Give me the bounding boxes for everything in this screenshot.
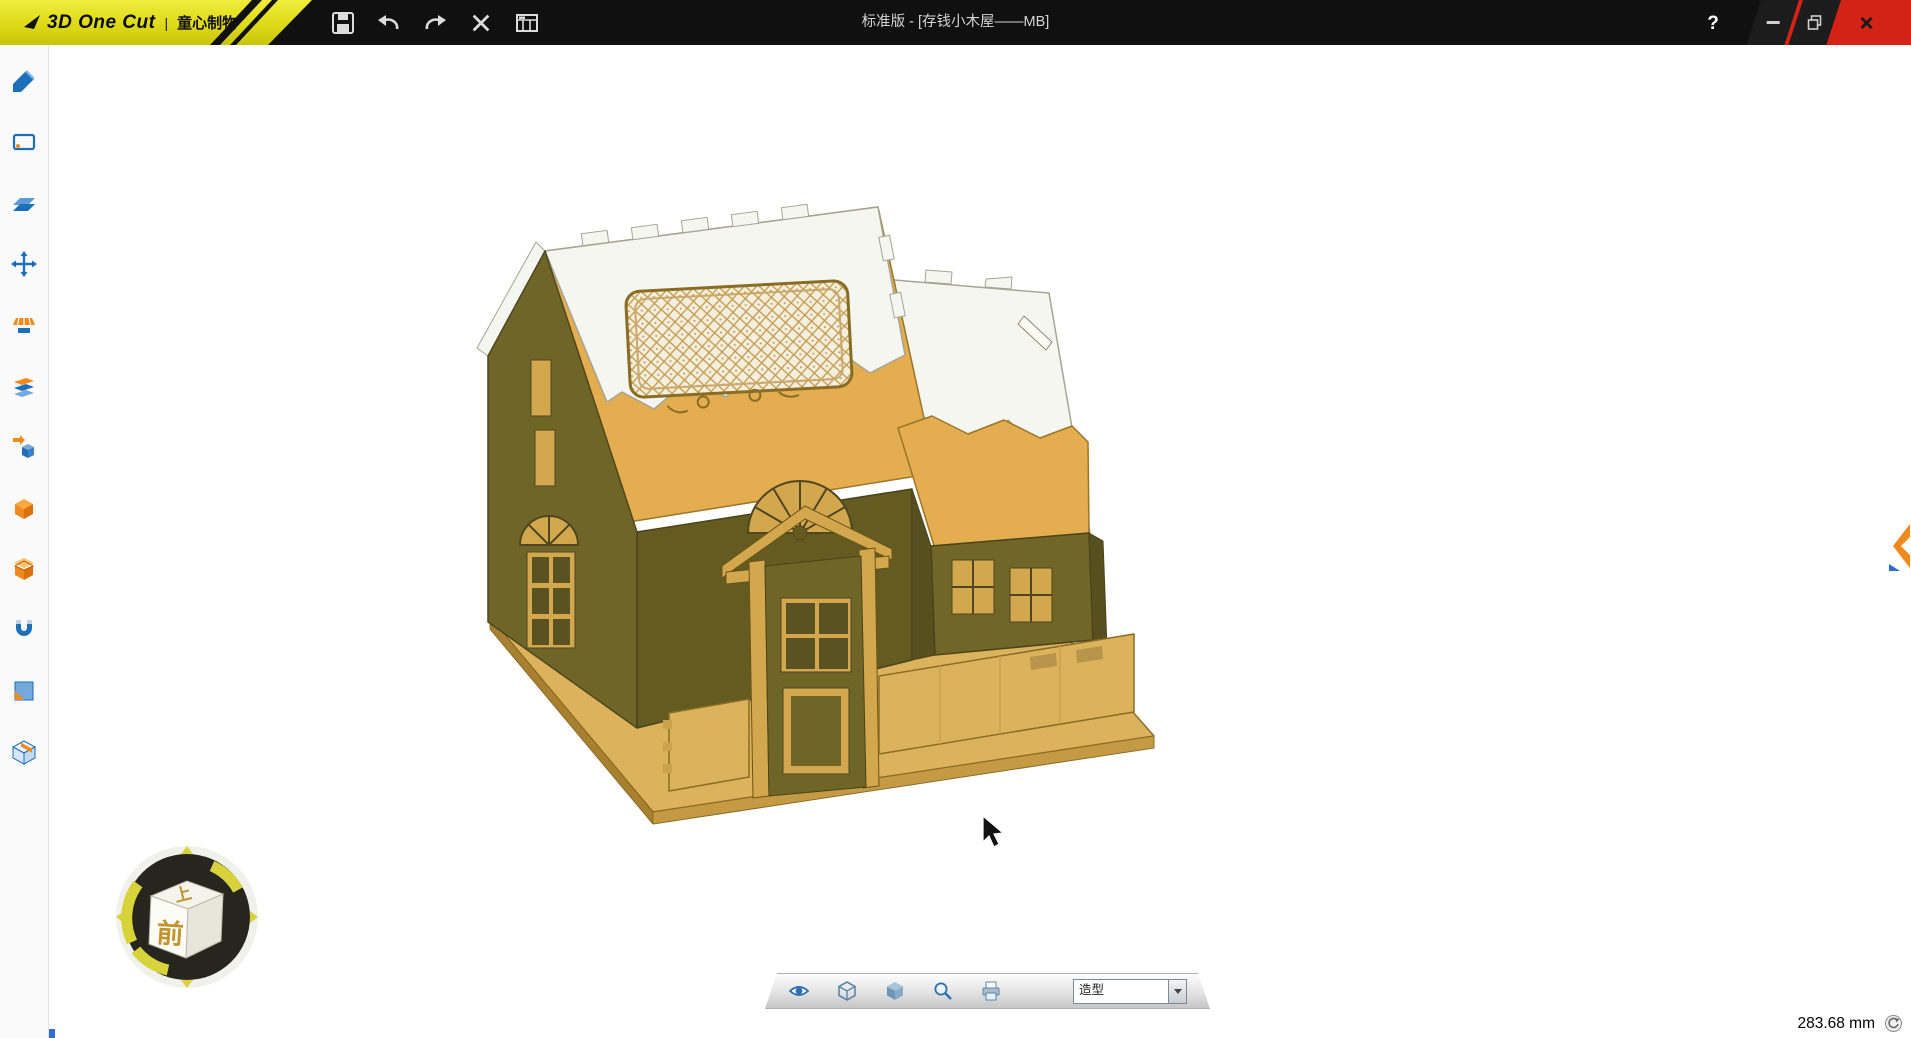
visibility-eye-icon bbox=[789, 981, 809, 1001]
help-button[interactable]: ? bbox=[1698, 0, 1728, 45]
mouse-cursor bbox=[983, 816, 1003, 847]
restore-icon bbox=[1805, 13, 1825, 33]
sketch-brush-icon bbox=[11, 68, 37, 94]
stack-layers-icon bbox=[11, 373, 37, 399]
import-export-icon bbox=[11, 434, 37, 460]
close-doc-icon bbox=[469, 11, 493, 35]
titlebar: 3D One Cut | 童心制物 bbox=[0, 0, 1911, 45]
box-primitive-icon bbox=[11, 556, 37, 582]
shaded-view-button[interactable] bbox=[884, 980, 906, 1002]
brand-divider: | bbox=[164, 15, 168, 31]
shaded-view-icon bbox=[885, 981, 905, 1001]
measurement-readout: 283.68 mm bbox=[1797, 1015, 1875, 1033]
save-button[interactable] bbox=[328, 7, 358, 39]
close-icon bbox=[1857, 13, 1877, 33]
cube-primitive-icon bbox=[11, 495, 37, 521]
grid-export-icon bbox=[514, 10, 540, 36]
window-title: 标准版 - [存钱小木屋——MB] bbox=[862, 0, 1050, 45]
brand-plate: 3D One Cut | 童心制物 bbox=[0, 0, 312, 45]
roof-wing-gold[interactable] bbox=[898, 416, 1089, 549]
move-icon bbox=[11, 251, 37, 277]
view-dock: 造型 bbox=[765, 973, 1210, 1009]
visibility-button[interactable] bbox=[788, 980, 810, 1002]
zoom-icon bbox=[933, 981, 953, 1001]
dropdown-arrow-button[interactable] bbox=[1168, 980, 1186, 1003]
sidebar-tool-pattern-array[interactable] bbox=[10, 311, 38, 339]
sidebar-tool-sketch-brush[interactable] bbox=[10, 67, 38, 95]
sidebar-tool-stack-layers[interactable] bbox=[10, 372, 38, 400]
expand-arrow-icon bbox=[1887, 522, 1911, 572]
magnet-align-icon bbox=[11, 617, 37, 643]
pattern-array-icon bbox=[11, 312, 37, 338]
zoom-button[interactable] bbox=[932, 980, 954, 1002]
brand-subtitle: 童心制物 bbox=[177, 12, 237, 33]
caret-down-icon bbox=[1174, 989, 1182, 994]
plot-output-button[interactable] bbox=[980, 980, 1002, 1002]
sidebar-tool-cube-primitive[interactable] bbox=[10, 494, 38, 522]
sidebar-tool-surface[interactable] bbox=[10, 189, 38, 217]
material-icon bbox=[11, 678, 37, 704]
surface-icon bbox=[11, 190, 37, 216]
brand-mark-icon bbox=[24, 15, 40, 30]
sketch-plane-icon bbox=[11, 129, 37, 155]
sidebar-tool-move[interactable] bbox=[10, 250, 38, 278]
sidebar-tool-magnet-align[interactable] bbox=[10, 616, 38, 644]
panel-expand-button[interactable] bbox=[1887, 522, 1911, 572]
save-icon bbox=[330, 10, 356, 36]
window-controls bbox=[1736, 0, 1911, 45]
brand-name: 3D One Cut bbox=[47, 12, 155, 34]
wireframe-view-icon bbox=[837, 981, 857, 1001]
minimize-icon bbox=[1766, 21, 1779, 24]
close-doc-button[interactable] bbox=[466, 7, 496, 39]
model-canvas[interactable] bbox=[0, 0, 1911, 1038]
wing-wall[interactable] bbox=[931, 533, 1107, 655]
tool-sidebar bbox=[0, 45, 49, 1038]
undo-button[interactable] bbox=[374, 7, 404, 39]
wireframe-view-button[interactable] bbox=[836, 980, 858, 1002]
sidebar-tool-package-export[interactable] bbox=[10, 738, 38, 766]
plot-output-icon bbox=[981, 980, 1001, 1002]
view-cube-front-label: 前 bbox=[156, 917, 185, 950]
units-indicator-icon bbox=[1884, 1014, 1903, 1033]
view-cube[interactable]: 上 前 bbox=[114, 844, 260, 990]
sidebar-tool-import-export[interactable] bbox=[10, 433, 38, 461]
export-button[interactable] bbox=[512, 7, 542, 39]
sidebar-tool-sketch-plane[interactable] bbox=[10, 128, 38, 156]
house-model[interactable] bbox=[477, 204, 1154, 824]
mode-dropdown-value: 造型 bbox=[1074, 980, 1168, 1003]
redo-icon bbox=[422, 10, 448, 36]
sidebar-tool-box-primitive[interactable] bbox=[10, 555, 38, 583]
redo-button[interactable] bbox=[420, 7, 450, 39]
mode-dropdown[interactable]: 造型 bbox=[1073, 979, 1187, 1004]
undo-icon bbox=[376, 10, 402, 36]
sidebar-tool-material[interactable] bbox=[10, 677, 38, 705]
package-export-icon bbox=[11, 739, 37, 766]
